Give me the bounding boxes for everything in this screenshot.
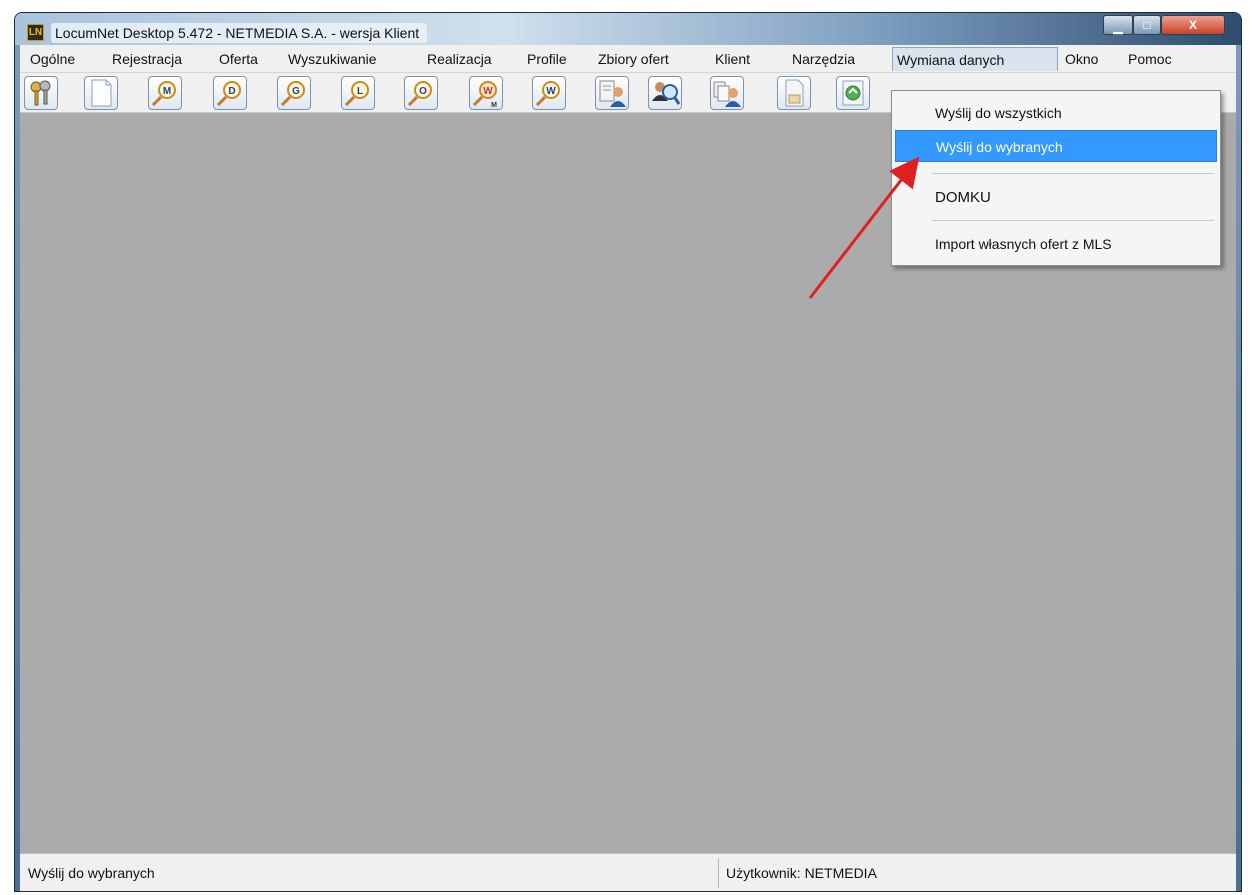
close-icon: X (1188, 18, 1197, 32)
search-g-button[interactable]: G (277, 76, 311, 110)
search-letter: W (546, 86, 556, 97)
menu-separator (932, 173, 1214, 174)
search-client-button[interactable] (648, 76, 682, 110)
keys-icon (30, 80, 51, 106)
search-sub-letter: M (491, 102, 497, 109)
window-title: LocumNet Desktop 5.472 - NETMEDIA S.A. -… (51, 23, 428, 43)
maximize-button[interactable]: □ (1133, 15, 1161, 35)
status-user: Użytkownik: NETMEDIA (726, 865, 877, 881)
document-button[interactable] (777, 76, 811, 110)
menu-narzedzia[interactable]: Narzędzia (788, 49, 859, 69)
add-client-icon (599, 80, 626, 107)
client-documents-icon (713, 81, 741, 107)
menu-option-wyslij-do-wybranych[interactable]: Wyślij do wybranych (895, 130, 1217, 162)
search-m-icon: M (151, 81, 176, 107)
title-bar[interactable]: LN LocumNet Desktop 5.472 - NETMEDIA S.A… (15, 13, 1241, 45)
menu-rejestracja[interactable]: Rejestracja (108, 49, 186, 69)
add-client-button[interactable] (595, 76, 629, 110)
search-letter: O (419, 86, 427, 97)
menu-klient[interactable]: Klient (711, 49, 754, 69)
search-m-button[interactable]: M (148, 76, 182, 110)
search-letter: M (163, 86, 171, 97)
status-divider (718, 858, 719, 888)
search-w-icon: W (535, 81, 560, 107)
menu-option-wyslij-do-wszystkich[interactable]: Wyślij do wszystkich (895, 97, 1217, 129)
search-letter: W (483, 86, 493, 97)
keys-button[interactable] (24, 76, 58, 110)
wymiana-danych-dropdown: Wyślij do wszystkich Wyślij do wybranych… (891, 90, 1221, 266)
search-letter: D (228, 86, 235, 97)
search-l-icon: L (344, 81, 369, 107)
search-d-icon: D (216, 81, 241, 107)
new-document-button[interactable] (84, 76, 118, 110)
menu-zbiory-ofert[interactable]: Zbiory ofert (594, 49, 673, 69)
menu-option-domku[interactable]: DOMKU (895, 182, 1217, 214)
minimize-icon: ▁ (1113, 20, 1123, 34)
menu-bar: Ogólne Rejestracja Oferta Wyszukiwanie R… (20, 45, 1236, 73)
search-wm-icon: W M (472, 81, 497, 109)
search-g-icon: G (280, 81, 305, 107)
search-o-icon: O (407, 81, 432, 107)
menu-ogolne[interactable]: Ogólne (26, 49, 79, 69)
minimize-button[interactable]: ▁ (1103, 15, 1133, 35)
search-letter: L (357, 86, 363, 97)
search-d-button[interactable]: D (213, 76, 247, 110)
search-l-button[interactable]: L (341, 76, 375, 110)
menu-separator (932, 220, 1214, 221)
search-w-button[interactable]: W (532, 76, 566, 110)
menu-realizacja[interactable]: Realizacja (423, 49, 496, 69)
status-bar: Wyślij do wybranych Użytkownik: NETMEDIA (20, 853, 1236, 891)
menu-pomoc[interactable]: Pomoc (1124, 49, 1176, 69)
client-documents-button[interactable] (710, 76, 744, 110)
close-button[interactable]: X (1161, 15, 1225, 35)
maximize-icon: □ (1143, 18, 1151, 32)
search-o-button[interactable]: O (404, 76, 438, 110)
new-document-icon (91, 79, 112, 107)
search-wm-button[interactable]: W M (469, 76, 503, 110)
search-client-icon (652, 82, 681, 105)
menu-oferta[interactable]: Oferta (215, 49, 262, 69)
menu-okno[interactable]: Okno (1061, 49, 1102, 69)
exchange-button[interactable] (836, 76, 870, 110)
document-icon (785, 79, 804, 107)
menu-wymiana-danych[interactable]: Wymiana danych (892, 47, 1058, 71)
menu-option-import-mls[interactable]: Import własnych ofert z MLS (895, 228, 1217, 260)
search-letter: G (292, 86, 300, 97)
menu-profile[interactable]: Profile (523, 49, 571, 69)
exchange-icon (842, 80, 864, 106)
status-message: Wyślij do wybranych (28, 865, 155, 881)
app-logo-icon: LN (27, 24, 44, 41)
menu-wyszukiwanie[interactable]: Wyszukiwanie (284, 49, 381, 69)
